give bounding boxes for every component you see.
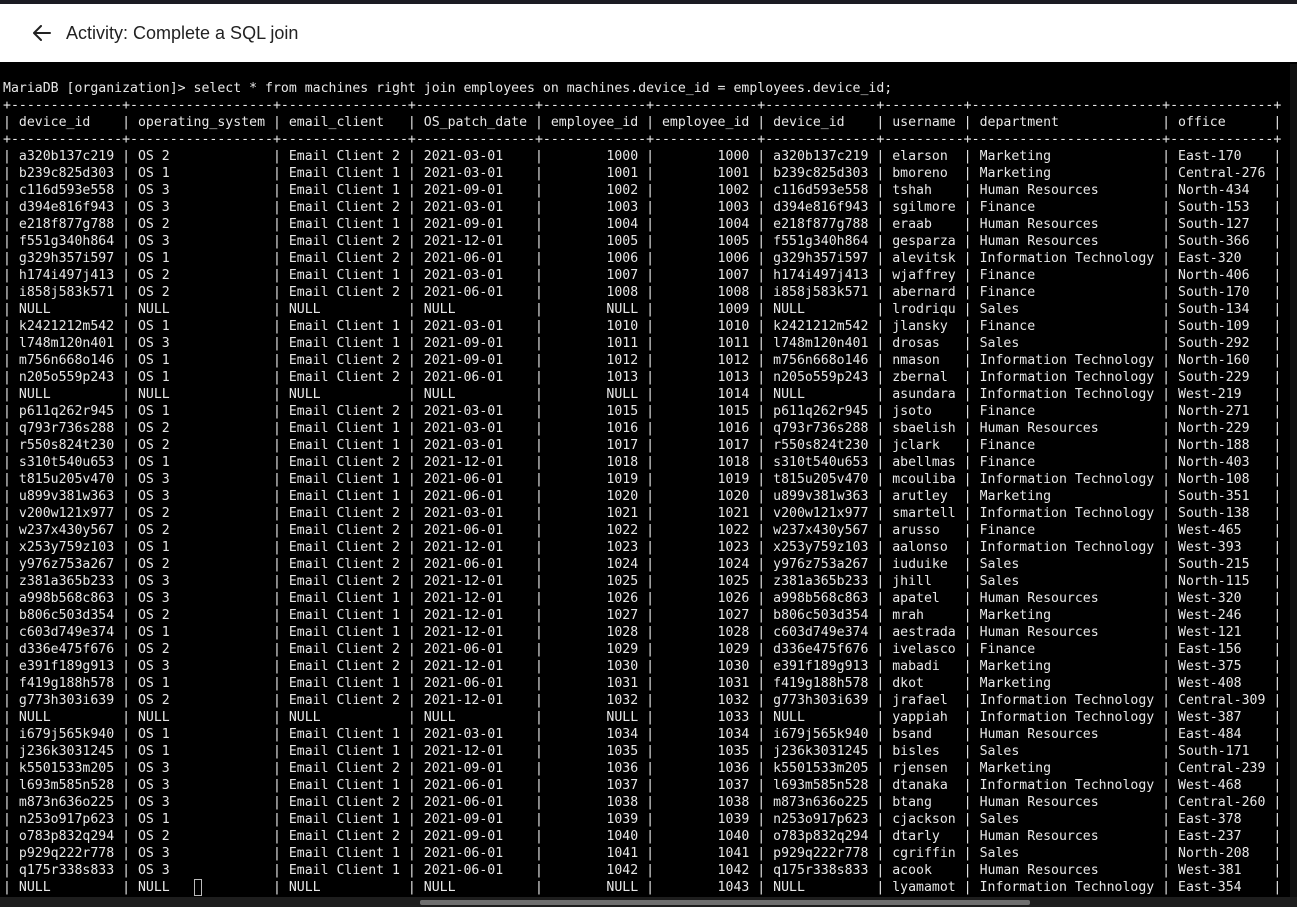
arrow-left-icon <box>33 25 51 41</box>
page-title: Activity: Complete a SQL join <box>66 22 299 43</box>
vertical-scrollbar[interactable] <box>1290 64 1297 897</box>
activity-header: Activity: Complete a SQL join <box>0 4 1297 62</box>
terminal-output[interactable]: MariaDB [organization]> select * from ma… <box>0 64 1290 897</box>
terminal-cursor <box>194 879 202 896</box>
horizontal-scroll-thumb[interactable] <box>420 900 1030 905</box>
back-button[interactable] <box>30 21 54 45</box>
query-result-text: MariaDB [organization]> select * from ma… <box>3 81 1282 895</box>
